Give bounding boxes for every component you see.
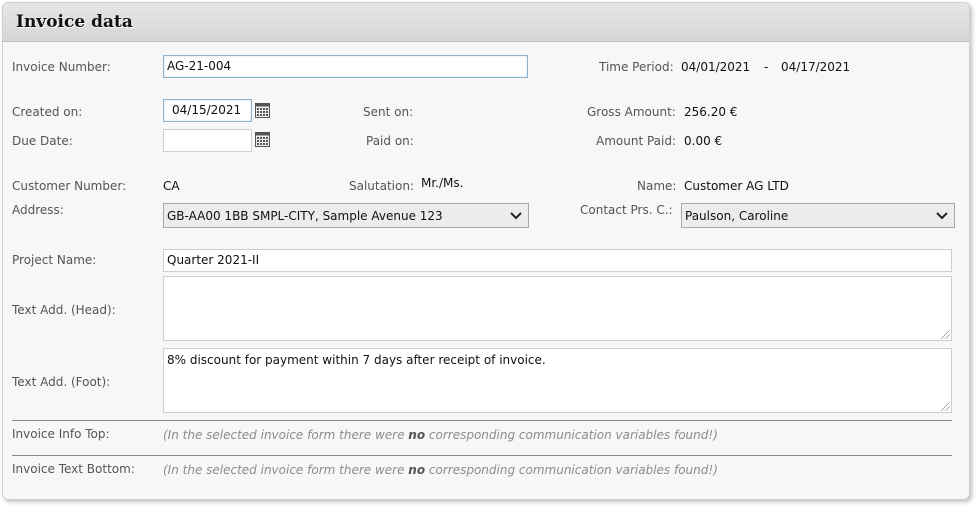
time-period-label: Time Period:	[599, 60, 674, 74]
chevron-down-icon[interactable]	[504, 204, 528, 227]
divider	[12, 455, 952, 456]
contact-person-select[interactable]: Paulson, Caroline	[681, 203, 955, 228]
resize-grip-icon[interactable]	[941, 330, 950, 339]
created-on-input[interactable]: 04/15/2021	[163, 99, 252, 122]
contact-person-select-value: Paulson, Caroline	[685, 209, 789, 223]
amount-paid-value: 0.00 €	[684, 134, 723, 148]
project-name-input[interactable]: Quarter 2021-II	[163, 249, 952, 272]
invoice-number-label: Invoice Number:	[12, 60, 111, 74]
text-add-foot-label: Text Add. (Foot):	[12, 375, 111, 389]
invoice-info-top-label: Invoice Info Top:	[12, 427, 110, 441]
created-on-label: Created on:	[12, 105, 83, 119]
invoice-text-bottom-label: Invoice Text Bottom:	[12, 462, 135, 476]
panel-header: Invoice data	[3, 3, 969, 42]
calendar-icon[interactable]	[255, 132, 270, 147]
sent-on-label: Sent on:	[363, 105, 414, 119]
gross-amount-value: 256.20 €	[684, 105, 738, 119]
due-date-label: Due Date:	[12, 134, 73, 148]
note-text: (In the selected invoice form there were	[163, 428, 409, 442]
text-add-head-label: Text Add. (Head):	[12, 303, 116, 317]
customer-number-value: CA	[163, 179, 180, 193]
gross-amount-label: Gross Amount:	[587, 105, 676, 119]
text-add-head-textarea[interactable]	[163, 276, 952, 341]
customer-name-value: Customer AG LTD	[684, 179, 789, 193]
text-add-foot-value: 8% discount for payment within 7 days af…	[167, 353, 546, 367]
chevron-down-icon[interactable]	[930, 204, 954, 227]
address-select[interactable]: GB-AA00 1BB SMPL-CITY, Sample Avenue 123	[163, 203, 529, 228]
time-period-to: 04/17/2021	[781, 60, 851, 74]
note-text: (In the selected invoice form there were	[163, 463, 409, 477]
divider	[12, 420, 952, 421]
due-date-input[interactable]	[163, 129, 252, 152]
project-name-label: Project Name:	[12, 253, 97, 267]
customer-number-label: Customer Number:	[12, 179, 127, 193]
invoice-text-bottom-note: (In the selected invoice form there were…	[163, 463, 718, 477]
calendar-icon[interactable]	[255, 103, 270, 118]
address-select-value: GB-AA00 1BB SMPL-CITY, Sample Avenue 123	[167, 209, 443, 223]
salutation-value: Mr./Ms.	[421, 176, 464, 190]
note-text: corresponding communication variables fo…	[425, 463, 718, 477]
customer-name-label: Name:	[637, 179, 677, 193]
amount-paid-label: Amount Paid:	[596, 134, 677, 148]
salutation-label: Salutation:	[349, 179, 414, 193]
paid-on-label: Paid on:	[366, 134, 414, 148]
time-period-from: 04/01/2021	[681, 60, 751, 74]
invoice-info-top-note: (In the selected invoice form there were…	[163, 428, 718, 442]
note-emphasis: no	[408, 428, 426, 442]
text-add-foot-textarea[interactable]: 8% discount for payment within 7 days af…	[163, 348, 952, 413]
address-label: Address:	[12, 203, 64, 217]
invoice-number-input[interactable]: AG-21-004	[163, 55, 528, 78]
panel-title: Invoice data	[16, 12, 133, 32]
time-period-separator: -	[764, 60, 769, 74]
contact-person-label: Contact Prs. C.:	[580, 203, 673, 217]
resize-grip-icon[interactable]	[941, 402, 950, 411]
note-emphasis: no	[408, 463, 426, 477]
note-text: corresponding communication variables fo…	[425, 428, 718, 442]
